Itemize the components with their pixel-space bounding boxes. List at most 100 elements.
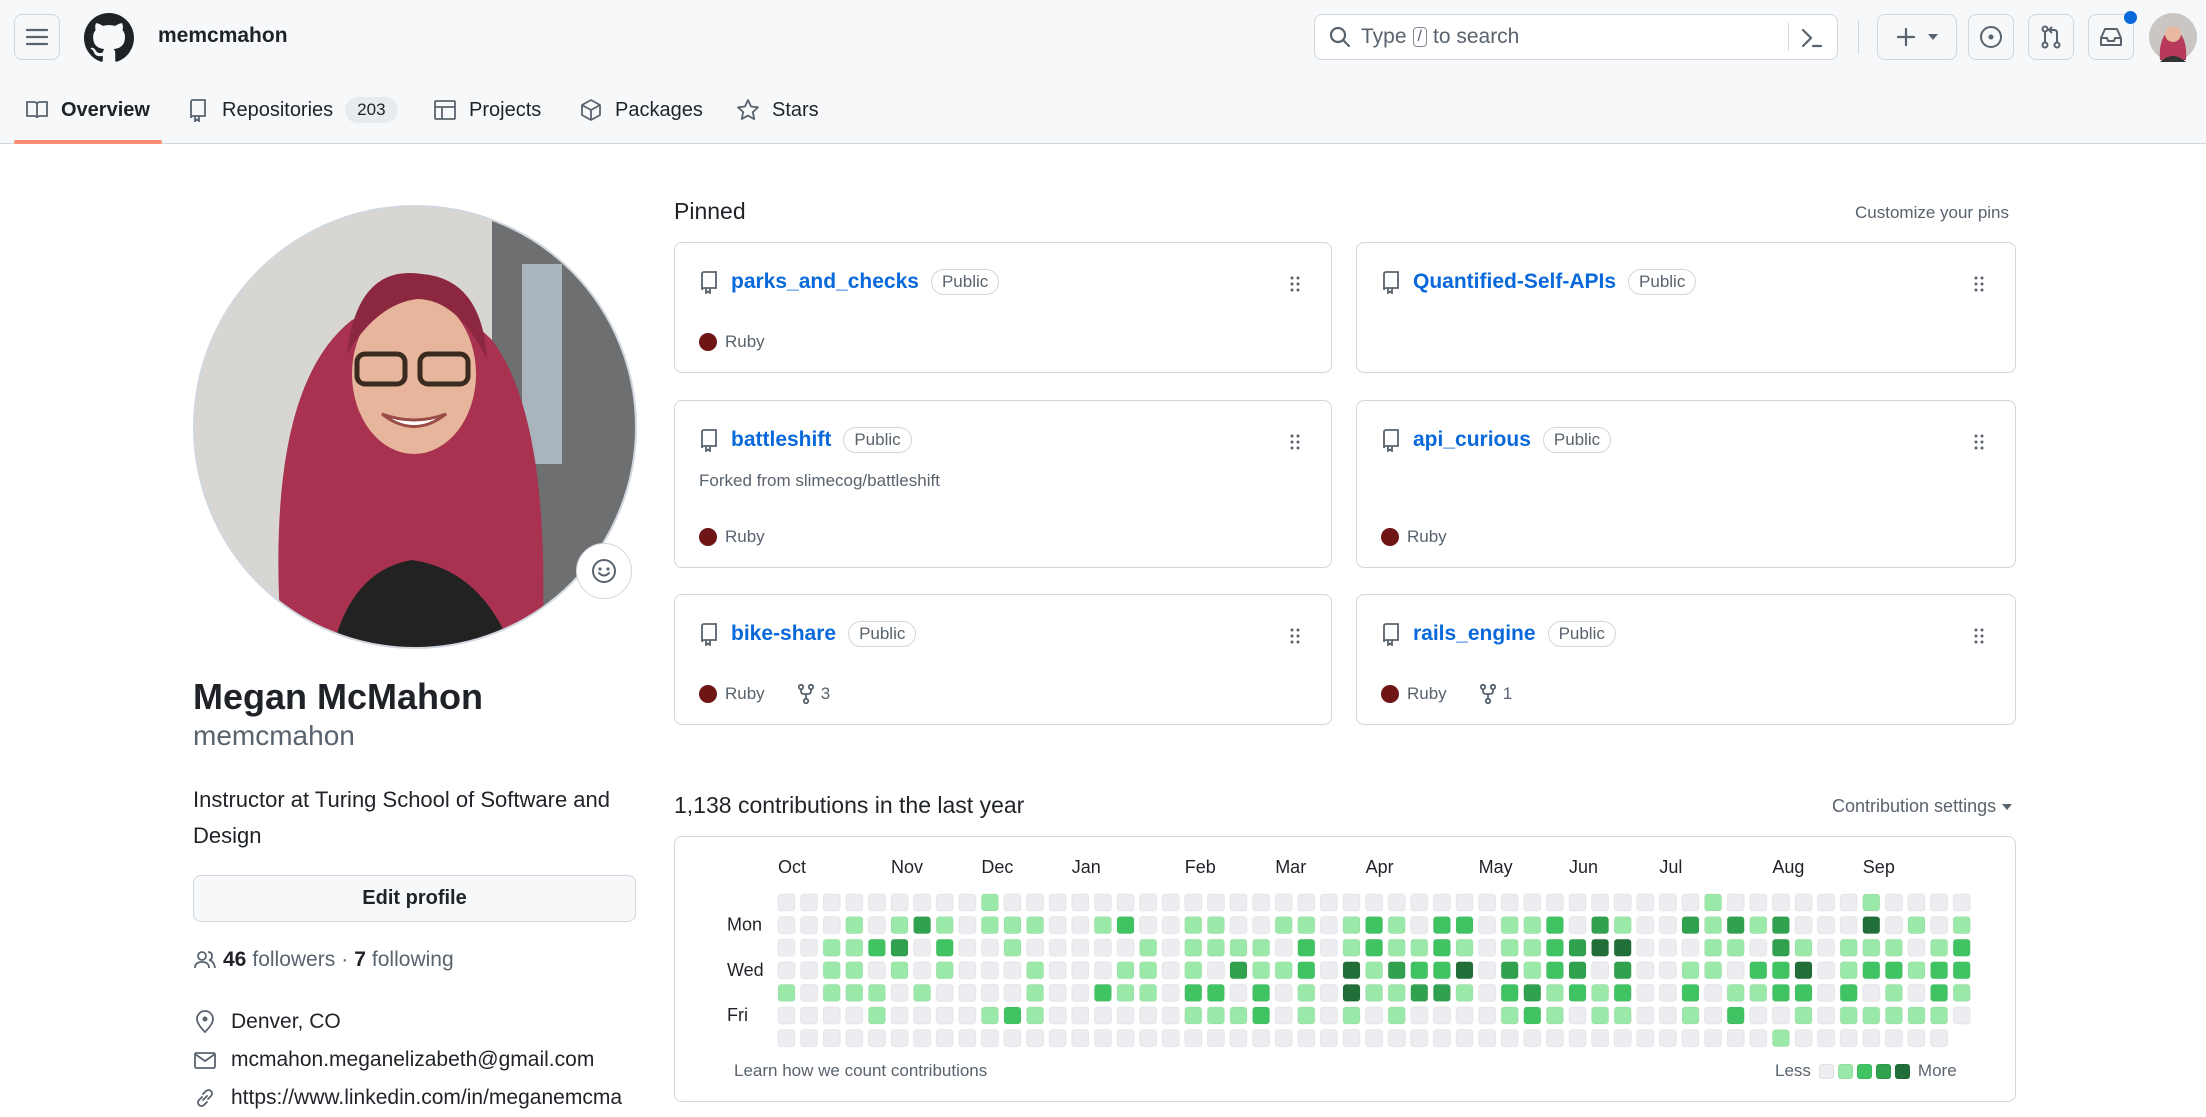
contribution-day-cell[interactable] <box>890 983 909 1002</box>
contribution-day-cell[interactable] <box>1478 893 1497 912</box>
contribution-day-cell[interactable] <box>1726 1029 1745 1048</box>
contribution-day-cell[interactable] <box>1930 961 1949 980</box>
contribution-day-cell[interactable] <box>1568 961 1587 980</box>
contribution-day-cell[interactable] <box>1749 1029 1768 1048</box>
contribution-day-cell[interactable] <box>1206 1006 1225 1025</box>
contribution-day-cell[interactable] <box>1048 1006 1067 1025</box>
contribution-day-cell[interactable] <box>1387 916 1406 935</box>
contribution-day-cell[interactable] <box>1048 1029 1067 1048</box>
drag-handle-icon[interactable] <box>1973 433 1985 451</box>
contribution-day-cell[interactable] <box>1523 961 1542 980</box>
repo-name-link[interactable]: bike-share <box>731 622 836 646</box>
contribution-day-cell[interactable] <box>1658 1029 1677 1048</box>
contribution-day-cell[interactable] <box>890 893 909 912</box>
contribution-day-cell[interactable] <box>1478 1006 1497 1025</box>
contribution-day-cell[interactable] <box>1003 961 1022 980</box>
contribution-day-cell[interactable] <box>1478 961 1497 980</box>
contribution-day-cell[interactable] <box>822 916 841 935</box>
contribution-day-cell[interactable] <box>1613 961 1632 980</box>
contribution-day-cell[interactable] <box>800 961 819 980</box>
contribution-day-cell[interactable] <box>1071 893 1090 912</box>
contribution-day-cell[interactable] <box>1884 916 1903 935</box>
contribution-day-cell[interactable] <box>890 938 909 957</box>
contribution-day-cell[interactable] <box>1817 893 1836 912</box>
tab-stars[interactable]: Stars <box>736 92 819 128</box>
contribution-day-cell[interactable] <box>1794 893 1813 912</box>
contribution-day-cell[interactable] <box>1206 1029 1225 1048</box>
contribution-day-cell[interactable] <box>777 916 796 935</box>
contribution-day-cell[interactable] <box>800 983 819 1002</box>
contribution-day-cell[interactable] <box>1319 1006 1338 1025</box>
contribution-day-cell[interactable] <box>913 916 932 935</box>
contribution-day-cell[interactable] <box>1026 938 1045 957</box>
contribution-day-cell[interactable] <box>1410 916 1429 935</box>
contribution-day-cell[interactable] <box>1862 1029 1881 1048</box>
contribution-day-cell[interactable] <box>1365 983 1384 1002</box>
contribution-day-cell[interactable] <box>1952 983 1971 1002</box>
email-link[interactable]: mcmahon.meganelizabeth@gmail.com <box>231 1048 594 1072</box>
edit-profile-button[interactable]: Edit profile <box>193 875 636 922</box>
contribution-day-cell[interactable] <box>1794 938 1813 957</box>
contribution-day-cell[interactable] <box>1432 983 1451 1002</box>
contribution-day-cell[interactable] <box>1523 1006 1542 1025</box>
contribution-day-cell[interactable] <box>913 983 932 1002</box>
contribution-day-cell[interactable] <box>1478 1029 1497 1048</box>
contribution-day-cell[interactable] <box>1161 938 1180 957</box>
contribution-day-cell[interactable] <box>1952 916 1971 935</box>
contribution-day-cell[interactable] <box>1884 1029 1903 1048</box>
contribution-day-cell[interactable] <box>1568 893 1587 912</box>
contribution-day-cell[interactable] <box>1206 916 1225 935</box>
contribution-day-cell[interactable] <box>1252 1006 1271 1025</box>
contribution-day-cell[interactable] <box>1500 1029 1519 1048</box>
contribution-day-cell[interactable] <box>1116 893 1135 912</box>
contribution-day-cell[interactable] <box>1613 938 1632 957</box>
contribution-day-cell[interactable] <box>1523 983 1542 1002</box>
contribution-day-cell[interactable] <box>1206 938 1225 957</box>
contribution-day-cell[interactable] <box>1387 961 1406 980</box>
contribution-day-cell[interactable] <box>1048 916 1067 935</box>
tab-overview[interactable]: Overview <box>25 92 150 128</box>
contribution-day-cell[interactable] <box>1071 1006 1090 1025</box>
contribution-day-cell[interactable] <box>958 916 977 935</box>
contribution-day-cell[interactable] <box>1410 1029 1429 1048</box>
contribution-day-cell[interactable] <box>1252 983 1271 1002</box>
contribution-day-cell[interactable] <box>1523 1029 1542 1048</box>
contribution-day-cell[interactable] <box>1545 893 1564 912</box>
contribution-day-cell[interactable] <box>1455 893 1474 912</box>
contribution-day-cell[interactable] <box>777 961 796 980</box>
contribution-day-cell[interactable] <box>1365 916 1384 935</box>
contribution-day-cell[interactable] <box>1839 1029 1858 1048</box>
contribution-day-cell[interactable] <box>1681 893 1700 912</box>
contribution-day-cell[interactable] <box>980 1029 999 1048</box>
contribution-day-cell[interactable] <box>1613 983 1632 1002</box>
contribution-day-cell[interactable] <box>1478 916 1497 935</box>
contribution-day-cell[interactable] <box>1432 916 1451 935</box>
followers-label[interactable]: followers <box>252 948 335 972</box>
contribution-day-cell[interactable] <box>1613 916 1632 935</box>
pull-requests-button[interactable] <box>2028 14 2074 60</box>
contribution-day-cell[interactable] <box>1387 893 1406 912</box>
contribution-day-cell[interactable] <box>1681 983 1700 1002</box>
contribution-day-cell[interactable] <box>1681 1006 1700 1025</box>
contribution-day-cell[interactable] <box>1500 961 1519 980</box>
contribution-day-cell[interactable] <box>1093 961 1112 980</box>
contribution-day-cell[interactable] <box>1161 961 1180 980</box>
contribution-day-cell[interactable] <box>867 1029 886 1048</box>
contribution-day-cell[interactable] <box>1658 938 1677 957</box>
contribution-day-cell[interactable] <box>1229 1029 1248 1048</box>
github-logo-icon[interactable] <box>84 13 134 63</box>
command-palette-icon[interactable] <box>1801 28 1823 48</box>
contribution-day-cell[interactable] <box>1161 983 1180 1002</box>
contribution-day-cell[interactable] <box>1794 1029 1813 1048</box>
contribution-day-cell[interactable] <box>1704 1029 1723 1048</box>
contribution-day-cell[interactable] <box>822 961 841 980</box>
contribution-day-cell[interactable] <box>1636 983 1655 1002</box>
drag-handle-icon[interactable] <box>1289 627 1301 645</box>
contribution-day-cell[interactable] <box>1794 983 1813 1002</box>
forks-link[interactable]: 3 <box>797 684 830 704</box>
contribution-day-cell[interactable] <box>1613 1006 1632 1025</box>
contribution-day-cell[interactable] <box>1794 916 1813 935</box>
contribution-day-cell[interactable] <box>1365 1029 1384 1048</box>
contribution-day-cell[interactable] <box>1297 893 1316 912</box>
contribution-day-cell[interactable] <box>1636 961 1655 980</box>
